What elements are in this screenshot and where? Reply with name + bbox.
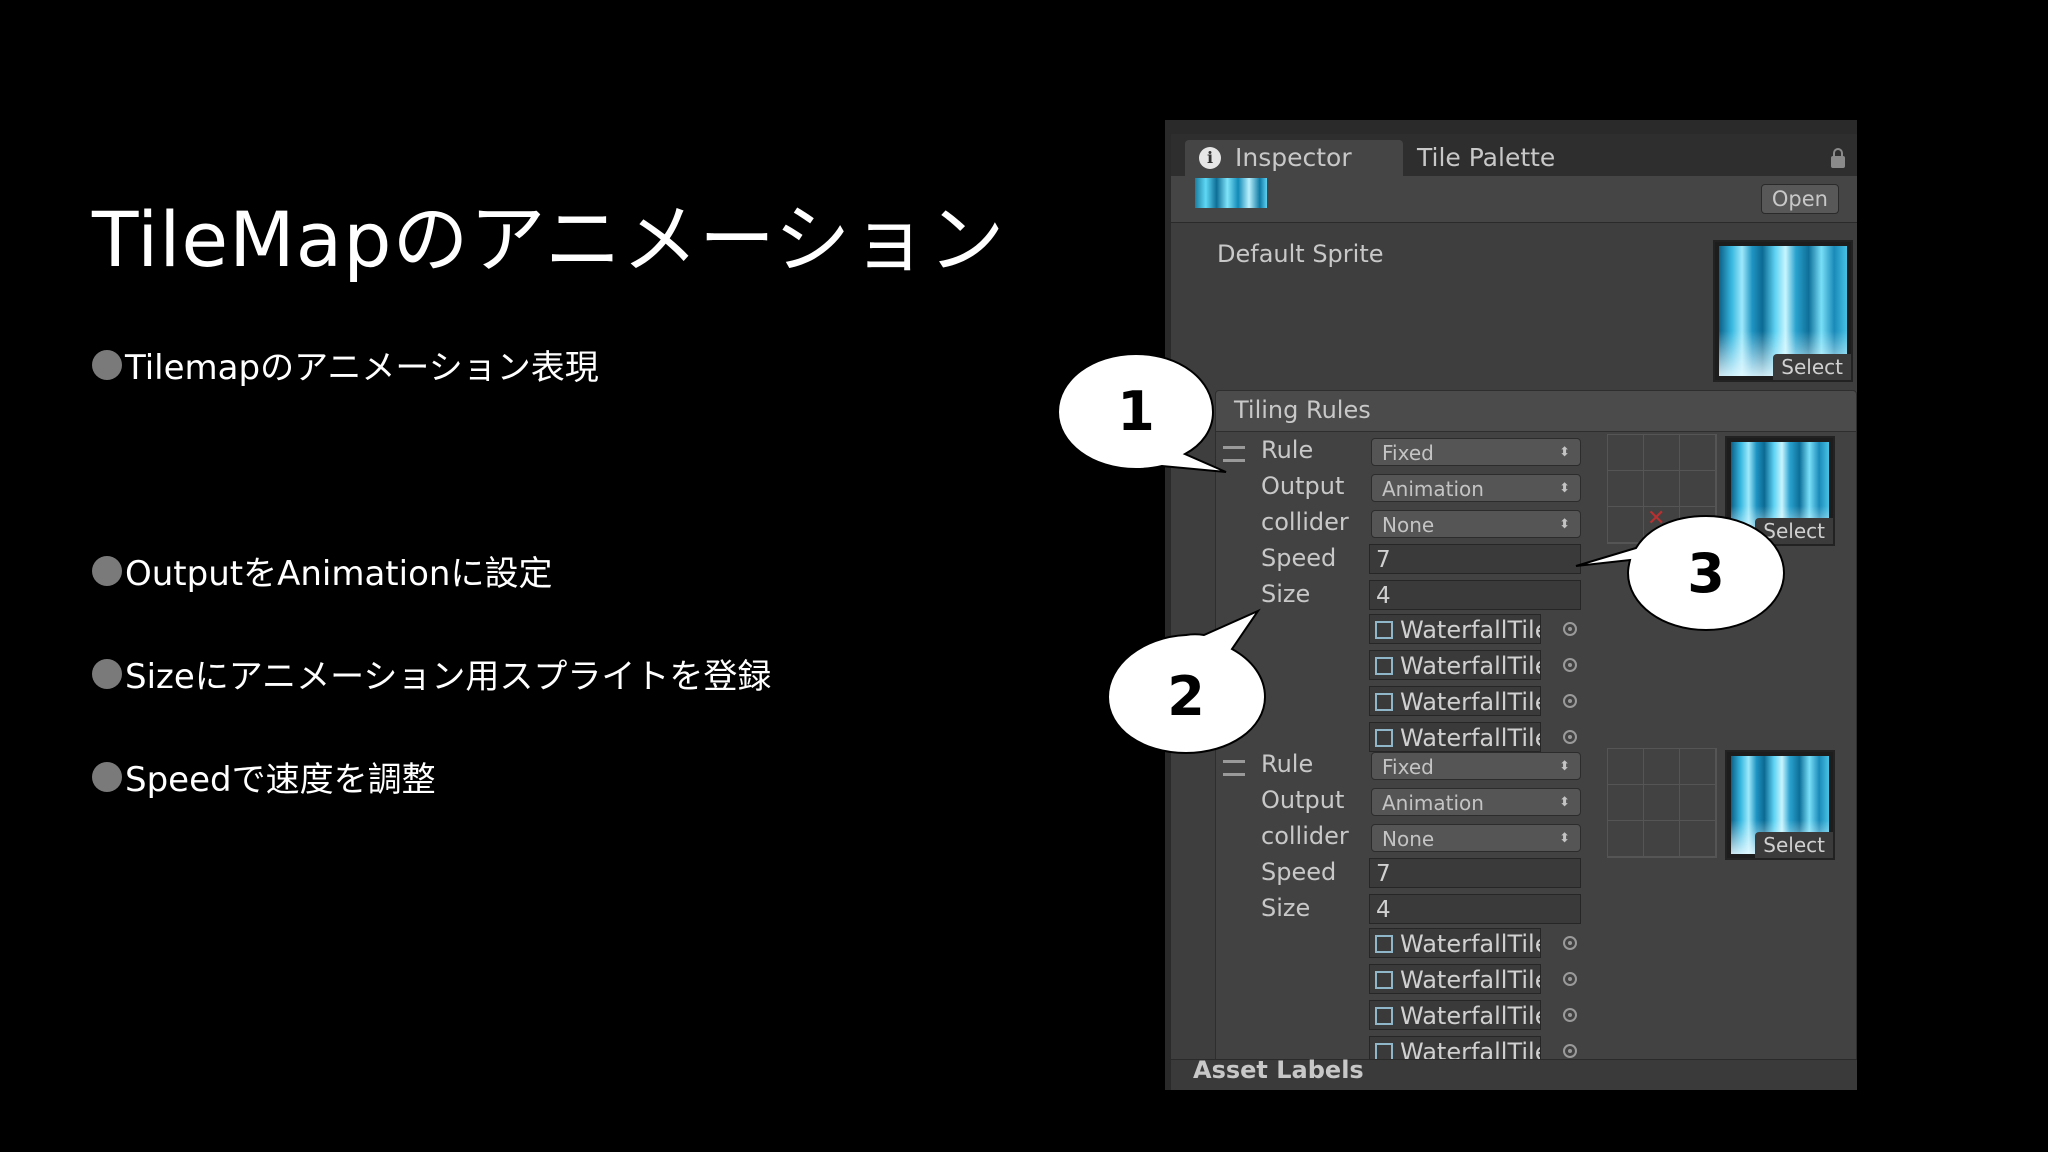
updown-arrow-icon: ⬍	[1559, 831, 1570, 846]
speed-label: Speed	[1261, 858, 1337, 886]
sprite-object-field[interactable]: WaterfallTile	[1369, 964, 1541, 994]
collider-label: collider	[1261, 822, 1349, 850]
bullet-text: Sizeにアニメーション用スプライトを登録	[125, 657, 772, 697]
sprite-name: WaterfallTile	[1400, 724, 1541, 752]
bullet-item: OutputをAnimationに設定	[92, 546, 552, 595]
slide-title: TileMapのアニメーション	[92, 195, 1006, 284]
sprite-name: WaterfallTile	[1400, 930, 1541, 958]
bullet-dot	[92, 761, 122, 792]
asset-labels-text: Asset Labels	[1193, 1056, 1364, 1084]
bullet-text: Tilemapのアニメーション表現	[125, 348, 599, 388]
object-picker-icon[interactable]	[1563, 694, 1577, 708]
object-picker-icon[interactable]	[1563, 658, 1577, 672]
tab-bar: i Inspector Tile Palette	[1165, 134, 1857, 176]
updown-arrow-icon: ⬍	[1559, 445, 1570, 460]
select-button[interactable]: Select	[1755, 832, 1833, 858]
object-picker-icon[interactable]	[1563, 1044, 1577, 1058]
sprite-name: WaterfallTile	[1400, 616, 1541, 644]
lock-icon[interactable]	[1831, 148, 1845, 168]
bullet-dot	[92, 658, 122, 689]
updown-arrow-icon: ⬍	[1559, 517, 1570, 532]
output-value: Animation	[1382, 477, 1484, 501]
callout-bubble-2: 2	[1106, 608, 1267, 755]
asset-thumbnail	[1195, 178, 1267, 208]
bullet-dot	[92, 349, 122, 380]
rule-value: Fixed	[1382, 755, 1434, 779]
open-button[interactable]: Open	[1760, 184, 1839, 214]
collider-value: None	[1382, 513, 1435, 537]
callout-number: 1	[1117, 380, 1155, 443]
tiling-rules-header: Tiling Rules	[1215, 390, 1857, 432]
rule-value: Fixed	[1382, 441, 1434, 465]
object-picker-icon[interactable]	[1563, 730, 1577, 744]
bullet-text: OutputをAnimationに設定	[125, 554, 553, 594]
updown-arrow-icon: ⬍	[1559, 759, 1570, 774]
sprite-object-field[interactable]: WaterfallTile	[1369, 1000, 1541, 1030]
bullet-dot	[92, 555, 122, 586]
info-icon: i	[1199, 147, 1221, 169]
tab-tile-palette[interactable]: Tile Palette	[1417, 140, 1555, 176]
sprite-object-field[interactable]: WaterfallTile	[1369, 686, 1541, 716]
rule-dropdown[interactable]: Fixed ⬍	[1371, 438, 1581, 466]
updown-arrow-icon: ⬍	[1559, 481, 1570, 496]
output-label: Output	[1261, 472, 1345, 500]
collider-label: collider	[1261, 508, 1349, 536]
tiling-rules-label: Tiling Rules	[1234, 396, 1371, 424]
tab-inspector-label: Inspector	[1235, 143, 1352, 172]
output-dropdown[interactable]: Animation ⬍	[1371, 474, 1581, 502]
size-field[interactable]: 4	[1369, 894, 1581, 924]
rule-dropdown[interactable]: Fixed ⬍	[1371, 752, 1581, 780]
updown-arrow-icon: ⬍	[1559, 795, 1570, 810]
speed-field[interactable]: 7	[1369, 858, 1581, 888]
sprite-asset-icon	[1375, 621, 1393, 639]
sprite-asset-icon	[1375, 1007, 1393, 1025]
sprite-asset-icon	[1375, 657, 1393, 675]
rule-label: Rule	[1261, 436, 1314, 464]
output-dropdown[interactable]: Animation ⬍	[1371, 788, 1581, 816]
bullet-item: Speedで速度を調整	[92, 752, 436, 801]
default-sprite-label: Default Sprite	[1217, 240, 1384, 268]
sprite-object-field[interactable]: WaterfallTile	[1369, 650, 1541, 680]
collider-dropdown[interactable]: None ⬍	[1371, 510, 1581, 538]
speed-field[interactable]: 7	[1369, 544, 1581, 574]
sprite-name: WaterfallTile	[1400, 688, 1541, 716]
collider-value: None	[1382, 827, 1435, 851]
neighbor-rule-grid[interactable]	[1607, 748, 1717, 858]
callout-number: 2	[1167, 665, 1205, 728]
sprite-object-field[interactable]: WaterfallTile	[1369, 722, 1541, 752]
panel-top-strip	[1165, 120, 1857, 134]
object-picker-icon[interactable]	[1563, 972, 1577, 986]
rule-sprite-field[interactable]: Select	[1725, 750, 1835, 860]
callout-bubble-1: 1	[1056, 352, 1227, 473]
output-value: Animation	[1382, 791, 1484, 815]
asset-header: Open	[1165, 176, 1857, 223]
object-picker-icon[interactable]	[1563, 936, 1577, 950]
bullet-item: Sizeにアニメーション用スプライトを登録	[92, 649, 771, 698]
object-picker-icon[interactable]	[1563, 1008, 1577, 1022]
asset-labels-bar[interactable]: Asset Labels	[1165, 1056, 1857, 1090]
sprite-name: WaterfallTile	[1400, 652, 1541, 680]
sprite-name: WaterfallTile	[1400, 1002, 1541, 1030]
tab-inspector[interactable]: i Inspector	[1185, 140, 1403, 176]
bullet-item: Tilemapのアニメーション表現	[92, 340, 599, 389]
size-field[interactable]: 4	[1369, 580, 1581, 610]
drag-handle-icon[interactable]	[1223, 760, 1245, 776]
sprite-name: WaterfallTile	[1400, 966, 1541, 994]
bullet-text: Speedで速度を調整	[125, 760, 436, 800]
size-label: Size	[1261, 894, 1311, 922]
sprite-asset-icon	[1375, 729, 1393, 747]
callout-bubble-3: 3	[1575, 514, 1786, 632]
default-sprite-field[interactable]: Select	[1713, 240, 1853, 382]
sprite-asset-icon	[1375, 693, 1393, 711]
sprite-object-field[interactable]: WaterfallTile	[1369, 614, 1541, 644]
output-label: Output	[1261, 786, 1345, 814]
collider-dropdown[interactable]: None ⬍	[1371, 824, 1581, 852]
callout-number: 3	[1687, 542, 1725, 605]
sprite-object-field[interactable]: WaterfallTile	[1369, 928, 1541, 958]
select-button[interactable]: Select	[1773, 354, 1851, 380]
sprite-asset-icon	[1375, 935, 1393, 953]
size-label: Size	[1261, 580, 1311, 608]
speed-label: Speed	[1261, 544, 1337, 572]
sprite-asset-icon	[1375, 971, 1393, 989]
